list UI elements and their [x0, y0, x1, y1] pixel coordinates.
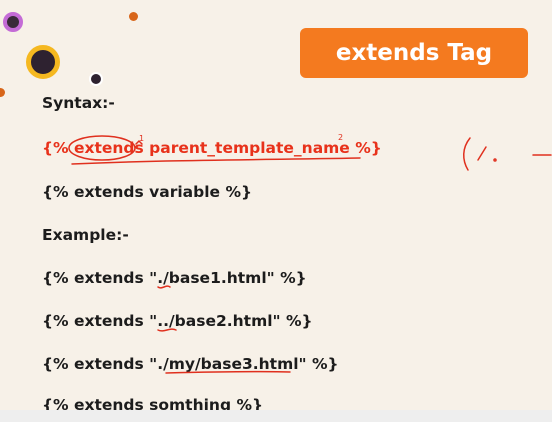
slide-title: extends Tag: [300, 28, 528, 78]
slash-mark: [477, 146, 487, 161]
decorative-dot-edge: [0, 88, 5, 97]
syntax-line-template: {% extends parent_template_name %}: [42, 139, 382, 157]
example-heading: Example:-: [42, 226, 129, 244]
syntax-heading: Syntax:-: [42, 94, 115, 112]
decorative-dot-yellow-ring: [26, 45, 60, 79]
syntax-line-variable: {% extends variable %}: [42, 183, 253, 201]
example-line-base1: {% extends "./base1.html" %}: [42, 269, 307, 287]
bottom-bar: [0, 410, 552, 422]
dot-mark: [493, 158, 497, 162]
decorative-dot-purple: [3, 12, 23, 32]
underline-annotation: [71, 157, 361, 165]
example-line-base3: {% extends "./my/base3.html" %}: [42, 355, 339, 373]
decorative-dot-small: [89, 72, 103, 86]
brace-mark: [463, 137, 471, 171]
decorative-dot-orange: [129, 12, 138, 21]
example-line-base2: {% extends "../base2.html" %}: [42, 312, 313, 330]
